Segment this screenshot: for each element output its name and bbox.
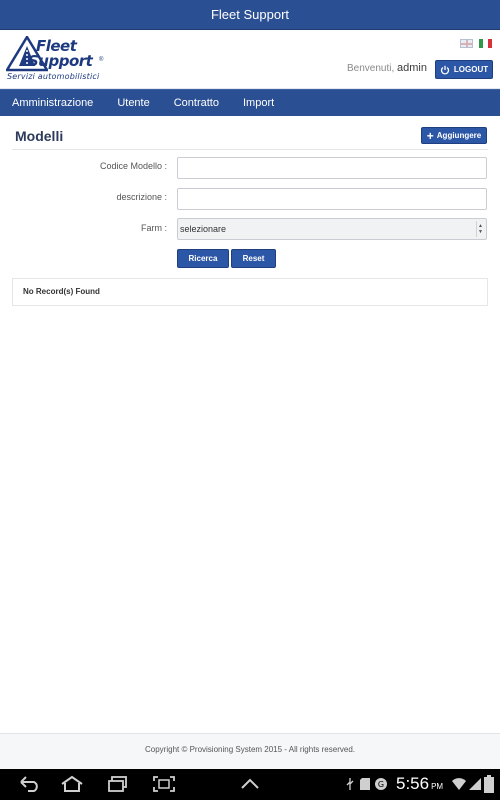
wifi-icon (452, 778, 466, 790)
signal-icon (469, 778, 481, 790)
sd-card-icon (360, 778, 370, 790)
uk-flag-icon[interactable] (460, 39, 473, 48)
add-label: Aggiungere (436, 131, 482, 140)
logo-tagline: Servizi automobilistici (7, 72, 100, 81)
welcome-message: Benvenuti, admin (347, 62, 427, 74)
nav-item-utente[interactable]: Utente (105, 90, 161, 116)
italy-flag-icon[interactable] (479, 39, 492, 48)
reset-button[interactable]: Reset (231, 249, 276, 268)
main-nav: Amministrazione Utente Contratto Import (0, 89, 500, 116)
clock-ampm: PM (431, 782, 444, 791)
clock-time: 5:56 (396, 774, 430, 793)
footer: Copyright © Provisioning System 2015 - A… (0, 733, 500, 769)
app-title-bar: Fleet Support (0, 0, 500, 30)
no-records-message: No Record(s) Found (23, 287, 100, 296)
farm-selected-value: selezionare (180, 224, 227, 234)
language-switcher (460, 39, 492, 48)
svg-text:G: G (378, 780, 384, 789)
screenshot-icon[interactable] (152, 775, 176, 793)
add-button[interactable]: + Aggiungere (421, 127, 487, 144)
plus-icon: + (426, 128, 434, 143)
logo-registered-mark: ® (99, 57, 104, 63)
page-title: Modelli (15, 128, 64, 144)
logo-text-support: Support (28, 52, 93, 70)
username: admin (397, 62, 427, 74)
system-clock: 5:56 PM (396, 774, 443, 794)
power-icon (440, 65, 450, 75)
codice-modello-input[interactable] (177, 157, 487, 179)
usb-icon (346, 778, 354, 790)
app-title: Fleet Support (210, 7, 290, 22)
battery-icon (484, 775, 494, 793)
codice-modello-label: Codice Modello : (99, 161, 167, 171)
farm-label: Farm : (141, 223, 167, 233)
header: Fleet Support ® Servizi automobilistici … (0, 30, 500, 89)
chevron-up-icon[interactable] (238, 775, 262, 793)
copyright-text: Copyright © Provisioning System 2015 - A… (145, 745, 355, 754)
title-divider (12, 149, 488, 150)
farm-select[interactable]: selezionare ▲ ▼ (177, 218, 487, 240)
logout-label: LOGOUT (453, 65, 489, 74)
recent-apps-icon[interactable] (106, 775, 130, 793)
nav-item-contratto[interactable]: Contratto (162, 90, 231, 116)
nav-item-amministrazione[interactable]: Amministrazione (0, 90, 105, 116)
home-icon[interactable] (60, 775, 84, 793)
select-arrows-icon: ▲ ▼ (476, 221, 484, 237)
back-icon[interactable] (18, 775, 42, 793)
sync-icon: G (375, 778, 387, 790)
descrizione-label: descrizione : (116, 192, 167, 202)
descrizione-input[interactable] (177, 188, 487, 210)
system-navigation-bar: G 5:56 PM (0, 769, 500, 800)
welcome-text: Benvenuti, (346, 63, 395, 74)
search-button[interactable]: Ricerca (177, 249, 229, 268)
logout-button[interactable]: LOGOUT (435, 60, 493, 79)
results-panel: No Record(s) Found (12, 278, 488, 306)
fleet-support-logo[interactable]: Fleet Support ® Servizi automobilistici (6, 36, 106, 86)
nav-item-import[interactable]: Import (231, 90, 286, 116)
